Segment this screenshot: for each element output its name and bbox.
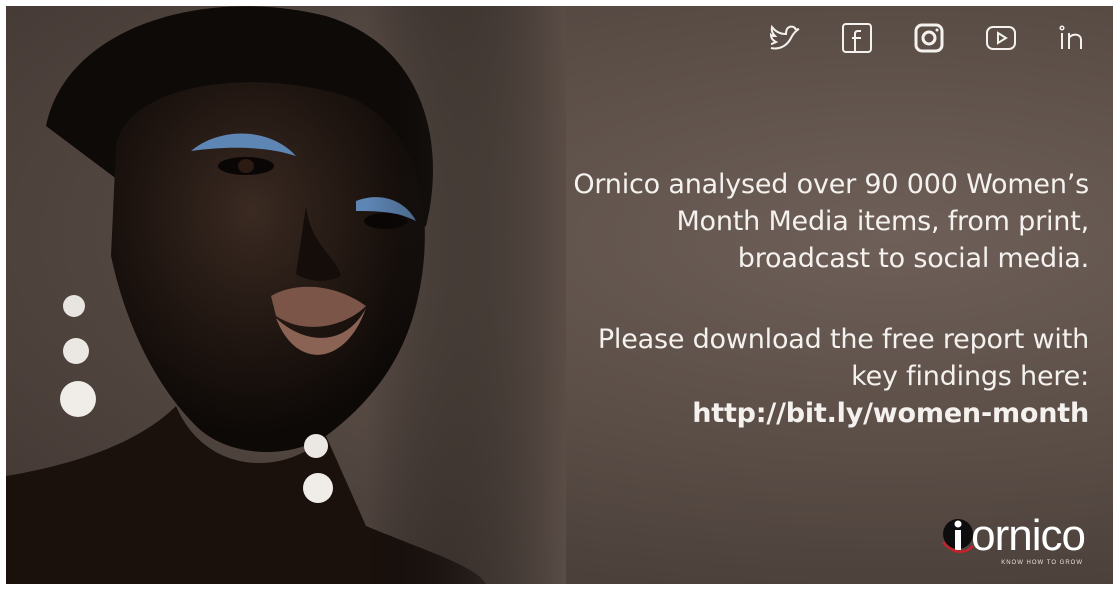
download-cta: Please download the free report with key… xyxy=(449,321,1089,432)
headline-line-1: Ornico analysed over 90 000 Women’s xyxy=(573,169,1089,200)
headline-line-3: broadcast to social media. xyxy=(737,243,1089,274)
headline-line-2: Month Media items, from print, xyxy=(676,206,1089,237)
youtube-icon[interactable] xyxy=(981,18,1021,58)
linkedin-icon[interactable] xyxy=(1053,18,1093,58)
facebook-icon[interactable] xyxy=(837,18,877,58)
social-icons xyxy=(765,18,1093,58)
headline-text: Ornico analysed over 90 000 Women’s Mont… xyxy=(449,166,1089,277)
cta-line-1: Please download the free report with xyxy=(597,324,1089,355)
report-link[interactable]: http://bit.ly/women-month xyxy=(449,395,1089,432)
ornico-logo: ornico KNOW HOW TO GROW xyxy=(941,511,1086,566)
logo-mark xyxy=(942,519,975,554)
portrait-photo xyxy=(6,6,566,584)
twitter-icon[interactable] xyxy=(765,18,805,58)
logo-tagline: KNOW HOW TO GROW xyxy=(1001,560,1083,566)
banner: Ornico analysed over 90 000 Women’s Mont… xyxy=(6,6,1113,584)
cta-line-2: key findings here: xyxy=(851,361,1089,392)
instagram-icon[interactable] xyxy=(909,18,949,58)
logo-wordmark: ornico xyxy=(971,511,1086,560)
